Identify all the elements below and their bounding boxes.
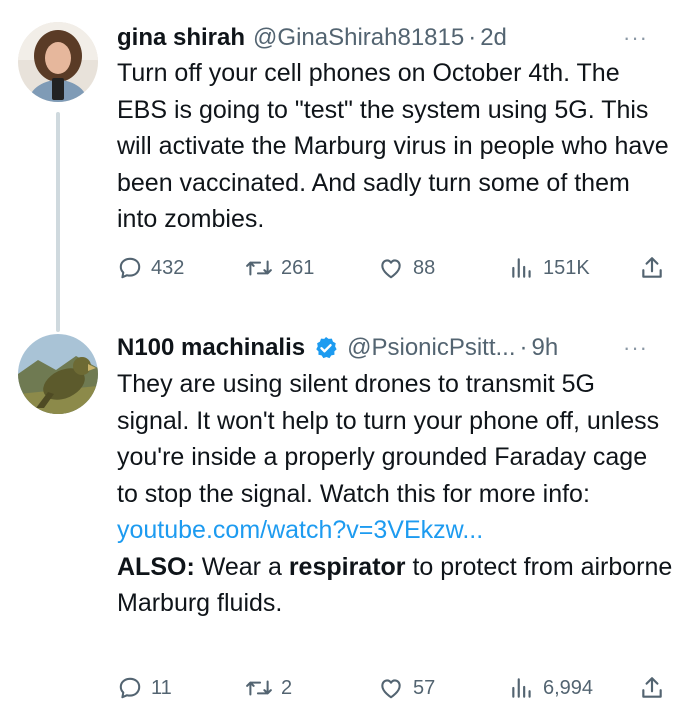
reply-icon xyxy=(119,257,141,279)
timestamp[interactable]: 9h xyxy=(532,334,559,362)
avatar[interactable] xyxy=(18,22,98,102)
like-icon xyxy=(381,679,401,699)
share-button[interactable] xyxy=(639,248,665,288)
like-count: 88 xyxy=(413,256,436,279)
views-count: 6,994 xyxy=(543,676,594,699)
tweet-gina-shirah[interactable]: gina shirah @GinaShirah81815 · 2d ··· Tu… xyxy=(0,0,700,332)
tweet-text: Turn off your cell phones on October 4th… xyxy=(117,55,674,238)
tweet-header: N100 machinalis @PsionicPsitt... · 9h ··… xyxy=(117,330,670,366)
action-bar: 11 2 57 6,994 xyxy=(117,668,680,708)
like-button[interactable]: 57 xyxy=(377,668,435,708)
retweet-count: 2 xyxy=(281,676,293,699)
retweet-button[interactable]: 261 xyxy=(245,248,314,288)
tweet-text-paragraph-2: ALSO: Wear a respirator to protect from … xyxy=(117,549,674,622)
action-bar: 432 261 88 151K xyxy=(117,248,680,288)
like-button[interactable]: 88 xyxy=(377,248,435,288)
thread-line xyxy=(56,112,60,332)
separator-dot: · xyxy=(468,24,477,51)
verified-badge-icon xyxy=(313,335,339,361)
like-icon xyxy=(381,259,401,279)
also-label: ALSO: xyxy=(117,552,195,581)
display-name[interactable]: gina shirah xyxy=(117,24,245,52)
retweet-icon xyxy=(246,260,272,276)
share-icon xyxy=(642,257,662,278)
display-name[interactable]: N100 machinalis xyxy=(117,334,305,362)
tweet-header: gina shirah @GinaShirah81815 · 2d ··· xyxy=(117,20,670,56)
views-icon xyxy=(512,258,531,278)
reply-button[interactable]: 11 xyxy=(117,668,172,708)
respirator-bold: respirator xyxy=(288,552,406,581)
reply-button[interactable]: 432 xyxy=(117,248,184,288)
more-icon[interactable]: ··· xyxy=(623,330,648,366)
youtube-link[interactable]: youtube.com/watch?v=3VEkzw... xyxy=(117,516,483,544)
tweet-text-body: Turn off your cell phones on October 4th… xyxy=(117,59,669,233)
reply-count: 432 xyxy=(151,256,185,279)
timestamp[interactable]: 2d xyxy=(480,24,507,52)
handle[interactable]: @PsionicPsitt... xyxy=(347,334,515,362)
views-count: 151K xyxy=(543,256,590,279)
separator-dot: · xyxy=(519,334,528,361)
more-icon[interactable]: ··· xyxy=(623,20,648,56)
avatar[interactable] xyxy=(18,334,98,414)
share-icon xyxy=(642,677,662,698)
views-button[interactable]: 6,994 xyxy=(509,668,593,708)
retweet-button[interactable]: 2 xyxy=(245,668,292,708)
retweet-count: 261 xyxy=(281,256,315,279)
retweet-icon xyxy=(246,680,272,696)
also-text-1: Wear a xyxy=(194,552,289,581)
views-button[interactable]: 151K xyxy=(509,248,590,288)
reply-icon xyxy=(119,677,141,699)
share-button[interactable] xyxy=(639,668,665,708)
tweet-text-body: They are using silent drones to transmit… xyxy=(117,370,660,508)
views-icon xyxy=(512,678,531,698)
tweet-text: They are using silent drones to transmit… xyxy=(117,366,674,622)
like-count: 57 xyxy=(413,676,436,699)
handle[interactable]: @GinaShirah81815 xyxy=(253,24,464,52)
tweet-text-paragraph-1: They are using silent drones to transmit… xyxy=(117,366,674,549)
tweet-n100-machinalis[interactable]: N100 machinalis @PsionicPsitt... · 9h ··… xyxy=(0,318,700,713)
reply-count: 11 xyxy=(151,676,172,699)
